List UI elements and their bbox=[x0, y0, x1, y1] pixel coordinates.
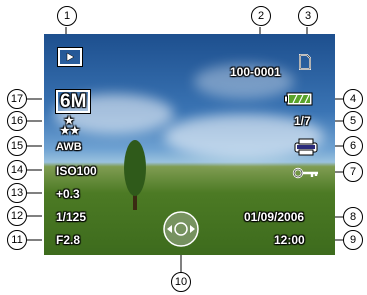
callout-16: 16 bbox=[7, 111, 27, 131]
time-stamp: 12:00 bbox=[274, 233, 305, 247]
callout-4: 4 bbox=[343, 89, 363, 109]
callout-15: 15 bbox=[7, 136, 27, 156]
callout-12: 12 bbox=[7, 206, 27, 226]
callout-11: 11 bbox=[7, 230, 27, 250]
callout-7: 7 bbox=[343, 162, 363, 182]
iso-value: ISO100 bbox=[56, 164, 97, 178]
resolution-indicator: 6M bbox=[56, 90, 91, 113]
callout-10: 10 bbox=[171, 272, 191, 292]
callout-17: 17 bbox=[7, 89, 27, 109]
play-mode-icon bbox=[58, 48, 82, 66]
callout-1: 1 bbox=[57, 6, 77, 26]
callout-6: 6 bbox=[343, 136, 363, 156]
aperture-value: F2.8 bbox=[56, 233, 81, 247]
exposure-compensation: +0.3 bbox=[56, 187, 80, 201]
battery-icon bbox=[284, 92, 313, 106]
quality-stars: ★ ★★ bbox=[60, 115, 80, 137]
memory-card-icon bbox=[299, 54, 311, 70]
file-number: 100-0001 bbox=[230, 65, 281, 79]
shutter-speed: 1/125 bbox=[56, 210, 87, 224]
white-balance: AWB bbox=[56, 141, 82, 153]
callout-9: 9 bbox=[343, 230, 363, 250]
callout-14: 14 bbox=[7, 160, 27, 180]
callout-2: 2 bbox=[251, 6, 271, 26]
callout-13: 13 bbox=[7, 183, 27, 203]
image-counter: 1/7 bbox=[294, 114, 311, 128]
lcd-screen: 100-0001 6M ★ ★★ AWB ISO100 +0.3 1/125 F2… bbox=[44, 34, 335, 255]
protect-key-icon bbox=[292, 167, 318, 179]
date-stamp: 01/09/2006 bbox=[244, 210, 305, 224]
callout-3: 3 bbox=[298, 6, 318, 26]
callout-8: 8 bbox=[343, 207, 363, 227]
tree bbox=[124, 140, 146, 210]
navigation-pad-icon bbox=[163, 211, 199, 247]
callout-5: 5 bbox=[343, 111, 363, 131]
print-dpof-icon bbox=[294, 138, 318, 156]
